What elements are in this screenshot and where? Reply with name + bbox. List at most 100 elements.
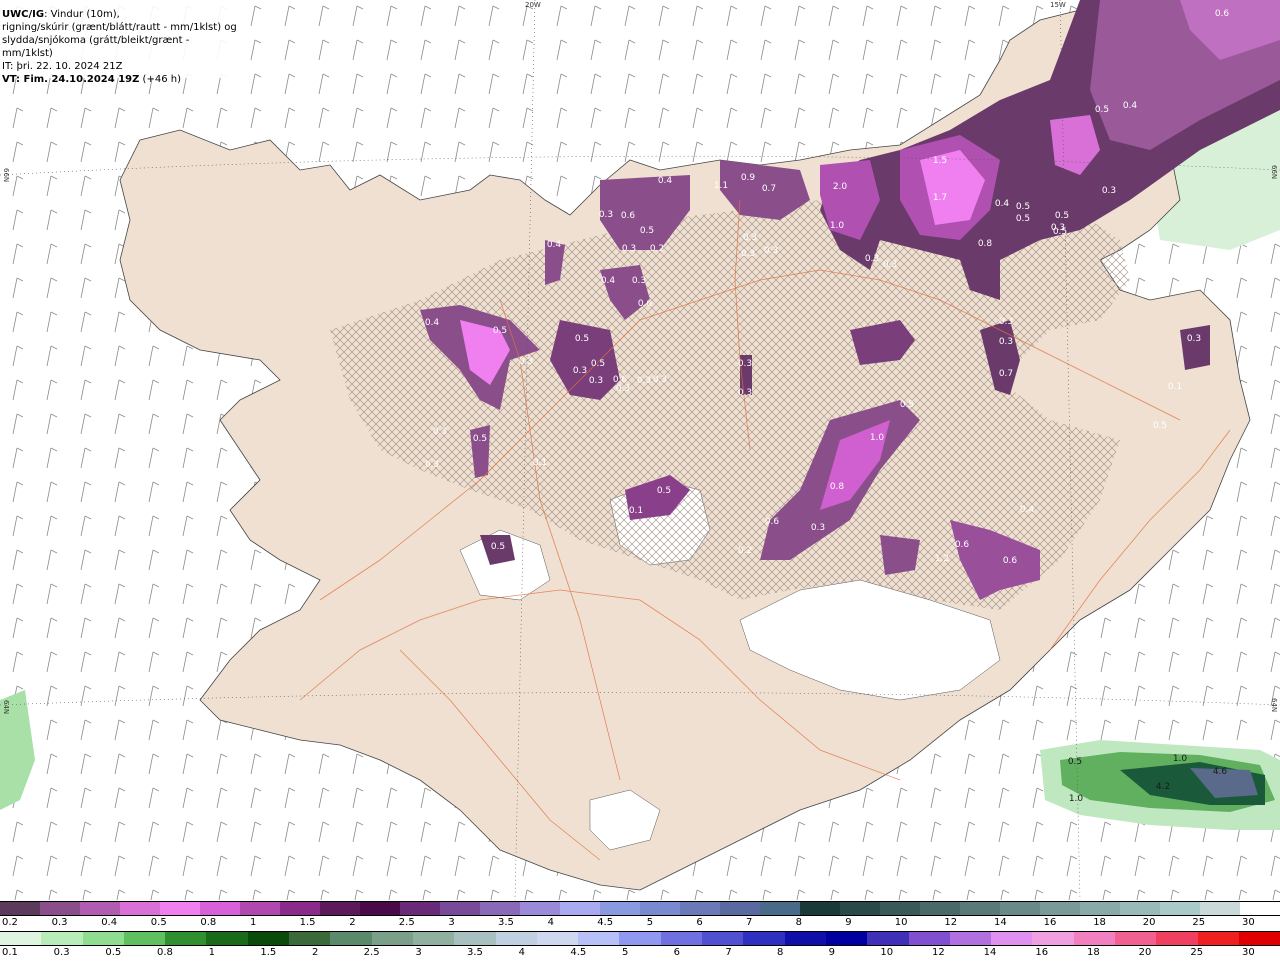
snow-value-label: 0.2 xyxy=(650,244,664,254)
snow-value-label: 0.7 xyxy=(999,369,1013,379)
snow-value-label: 0.5 xyxy=(491,542,505,552)
snow-value-label: 0.5 xyxy=(1053,227,1067,237)
legend-top-swatch xyxy=(840,902,880,915)
model-name: UWC/IG xyxy=(2,9,45,20)
snow-value-label: 0.8 xyxy=(978,239,993,249)
snow-value-label: 0.6 xyxy=(638,299,653,309)
legend-bottom-label: 2 xyxy=(312,947,319,958)
legend-bottom-swatch xyxy=(330,932,372,945)
legend-top-label: 2 xyxy=(349,917,356,928)
legend-bottom-label: 0.1 xyxy=(2,947,18,958)
snow-value-label: 0.3 xyxy=(1187,334,1201,344)
legend-top-label: 0.3 xyxy=(51,917,68,928)
legend-bottom-swatch xyxy=(1197,932,1239,945)
legend-top-swatch xyxy=(600,902,640,915)
snow-value-label: 0.3 xyxy=(599,210,613,220)
legend-bottom-label: 8 xyxy=(777,947,784,958)
snow-value-label: 0.5 xyxy=(1016,214,1030,224)
snow-value-label: 0.4 xyxy=(547,240,562,250)
legend-bottom-label: 4.5 xyxy=(570,947,587,958)
legend-bottom-label: 2.5 xyxy=(363,947,380,958)
legend-bottom-label: 0.5 xyxy=(105,947,122,958)
legend-top-swatch xyxy=(120,902,160,915)
legend-top-label: 8 xyxy=(795,917,802,928)
legend-bottom-label: 1 xyxy=(208,947,216,958)
legend-bottom-label: 1.5 xyxy=(260,947,277,958)
legend-top-swatch xyxy=(480,902,520,915)
valid-time: VT: Fim. 24.10.2024 19Z xyxy=(2,74,140,85)
snow-value-label: 2.0 xyxy=(833,182,848,192)
gridlabel-left-66n: 66N xyxy=(2,168,10,183)
legend-bottom-swatch xyxy=(1115,932,1157,945)
gridlabel-20w: 20W xyxy=(525,1,541,9)
snow-value-label: 1.0 xyxy=(870,433,885,443)
issue-time: IT: þri. 22. 10. 2024 21Z xyxy=(2,61,123,72)
snow-value-label: 0.3 xyxy=(637,376,651,386)
snow-value-label: 0.4 xyxy=(1123,101,1138,111)
snow-value-label: 0.3 xyxy=(999,317,1013,327)
title-line3: slydda/snjókoma (grátt/bleikt/grænt - mm… xyxy=(2,35,190,59)
rain-value-label: 0.5 xyxy=(1068,757,1082,767)
rain-legend-swatches xyxy=(0,931,1280,946)
legend-bottom-swatch xyxy=(371,932,413,945)
legend-top-swatch xyxy=(640,902,680,915)
snow-value-label: 0.5 xyxy=(640,226,654,236)
snow-value-label: 0.9 xyxy=(741,173,756,183)
snow-legend-swatches xyxy=(0,901,1280,916)
snow-value-label: 0.5 xyxy=(473,434,487,444)
legend-top-swatch xyxy=(240,902,280,915)
legend-top-swatch xyxy=(40,902,80,915)
legend-top-label: 18 xyxy=(1093,917,1106,928)
legend-bottom-swatch xyxy=(1156,932,1198,945)
legend-bottom-label: 9 xyxy=(828,947,836,958)
legend-top-label: 0.5 xyxy=(150,917,167,928)
legend-top-swatch xyxy=(760,902,800,915)
legend-bottom-swatch xyxy=(536,932,579,945)
snow-value-label: 0.6 xyxy=(955,540,970,550)
snow-value-label: 0.3 xyxy=(616,384,630,394)
snow-value-label: 0.3 xyxy=(589,376,603,386)
snow-value-label: 0.1 xyxy=(629,506,643,516)
legend-top-swatch xyxy=(1240,902,1280,915)
weather-map[interactable]: 0.6 0.5 0.4 0.5 0.3 1.5 1.7 0.4 0.5 0.5 0.5 0.3 0.8 2… xyxy=(0,0,1280,900)
snow-value-label: 0.4 xyxy=(995,199,1010,209)
legend-bottom-swatch xyxy=(619,932,661,945)
gridlabel-left-64n: 64N xyxy=(2,700,10,715)
legend-bottom-swatch xyxy=(743,932,785,945)
legend-bottom-label: 6 xyxy=(673,947,681,958)
legend-bottom-swatch xyxy=(206,932,248,945)
legend-top-swatch xyxy=(880,902,920,915)
snow-value-label: 0.5 xyxy=(1016,202,1030,212)
rain-legend: 0.1 0.3 0.5 0.8 1 1.5 2 2.5 3 3.5 4 4.5 5 6 7 8 9 10 12 14 1… xyxy=(0,931,1280,961)
snow-value-label: 0.5 xyxy=(591,359,605,369)
legend-bottom-label: 7 xyxy=(725,947,732,958)
legend-top-label: 0.2 xyxy=(2,917,18,928)
snow-value-label: 0.1 xyxy=(533,458,547,468)
snow-value-label: 1.7 xyxy=(933,193,947,203)
snow-value-label: 0.3 xyxy=(811,523,825,533)
snow-value-label: 0.3 xyxy=(738,388,752,398)
legend-top-label: 9 xyxy=(845,917,852,928)
snow-value-label: 0.6 xyxy=(1215,9,1230,19)
snow-value-label: 0.4 xyxy=(1020,505,1035,515)
title-line2: rigning/skúrir (grænt/blátt/rautt - mm/1… xyxy=(2,22,237,33)
snow-value-label: 0.6 xyxy=(621,211,636,221)
legend-top-swatch xyxy=(800,902,840,915)
legend-bottom-label: 10 xyxy=(880,947,894,958)
snow-value-label: 0.3 xyxy=(741,249,755,259)
legend-bottom-swatch xyxy=(702,932,744,945)
legend-bottom-label: 4 xyxy=(518,947,526,958)
legend-bottom-swatch xyxy=(289,932,331,945)
snow-value-label: 0.2 xyxy=(738,546,752,556)
legend-bottom-label: 3 xyxy=(415,947,422,958)
legend-bottom-label: 30 xyxy=(1242,947,1255,958)
snow-value-label: 0.6 xyxy=(1003,556,1018,566)
snow-value-label: 0.5 xyxy=(575,334,589,344)
snow-value-label: 0.3 xyxy=(764,246,778,256)
legend-top-swatch xyxy=(1120,902,1160,915)
snow-value-label: 0.3 xyxy=(425,460,439,470)
rain-legend-labels: 0.1 0.3 0.5 0.8 1 1.5 2 2.5 3 3.5 4 4.5 5 6 7 8 9 10 12 14 1… xyxy=(0,946,1280,960)
gridlabel-15w: 15W xyxy=(1050,1,1066,9)
rain-value-label: 4.2 xyxy=(1156,782,1170,792)
snow-value-label: 1.0 xyxy=(830,221,845,231)
